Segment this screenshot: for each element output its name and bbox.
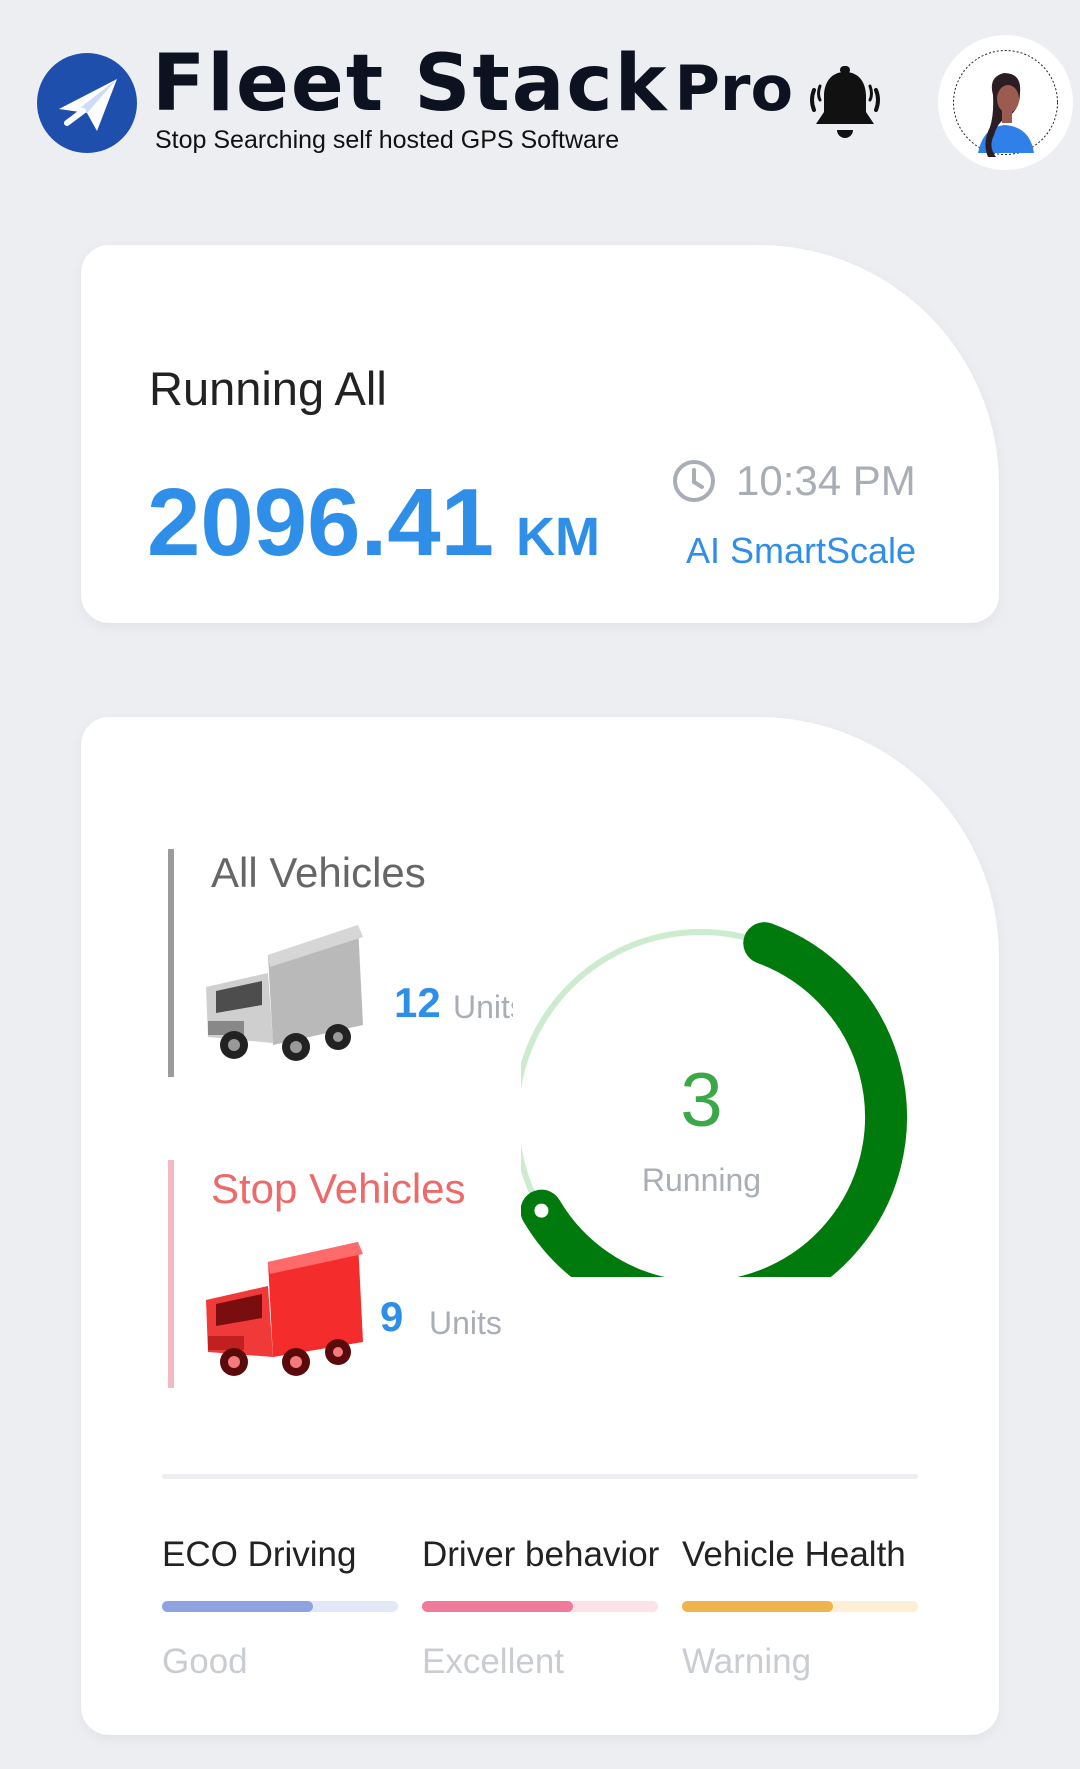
gauge-end-dot (534, 1203, 549, 1218)
vehicles-overview-card: All Vehicles 12 Units Stop Vehicles 9 Un… (81, 717, 999, 1735)
app-header: Fleet StackPro Stop Searching self hoste… (0, 0, 1080, 200)
metric-driver-behavior[interactable]: Driver behavior Excellent (422, 1535, 662, 1682)
brand-tagline: Stop Searching self hosted GPS Software (155, 126, 620, 154)
all-vehicles-count: 12 (394, 979, 441, 1026)
brand-name: Fleet StackPro (152, 44, 793, 129)
ai-smartscale-link[interactable]: AI SmartScale (686, 530, 916, 572)
stop-vehicles-indicator (168, 1160, 174, 1388)
metric-track (162, 1601, 398, 1612)
all-vehicles-title[interactable]: All Vehicles (211, 849, 426, 897)
brand-suffix: Pro (674, 52, 794, 125)
metric-status: Excellent (422, 1642, 565, 1681)
metric-vehicle-health[interactable]: Vehicle Health Warning (682, 1535, 922, 1682)
brand-title: Fleet Stack (152, 39, 669, 129)
red-truck-icon (198, 1242, 368, 1387)
distance-summary-card: Running All 2096.41 KM 10:34 PM AI SmartS… (81, 245, 999, 623)
clock-icon (671, 458, 717, 504)
metric-status: Good (162, 1642, 248, 1681)
stop-vehicles-count: 9 (380, 1293, 404, 1340)
running-count: 3 (680, 1058, 723, 1143)
metric-progress (682, 1601, 834, 1612)
distance-value: 2096.41 (147, 469, 495, 576)
stop-vehicles-units: Units (429, 1305, 502, 1341)
section-divider (162, 1474, 918, 1479)
paper-plane-icon[interactable] (37, 53, 137, 153)
metric-title: Vehicle Health (682, 1535, 906, 1574)
distance-unit: KM (516, 507, 600, 567)
metric-title: ECO Driving (162, 1535, 357, 1574)
all-vehicles-indicator (168, 849, 174, 1077)
metric-track (682, 1601, 918, 1612)
last-updated-time: 10:34 PM (736, 457, 916, 504)
summary-title: Running All (149, 362, 387, 415)
all-vehicles-units: Units (453, 989, 513, 1025)
metric-progress (422, 1601, 574, 1612)
bell-icon[interactable] (800, 60, 890, 150)
metric-progress (162, 1601, 314, 1612)
total-distance: 2096.41 KM (147, 475, 600, 585)
metric-eco-driving[interactable]: ECO Driving Good (162, 1535, 402, 1682)
gray-truck-icon (198, 925, 368, 1070)
stop-vehicles-title[interactable]: Stop Vehicles (211, 1165, 466, 1213)
metric-track (422, 1601, 658, 1612)
metric-title: Driver behavior (422, 1535, 660, 1574)
running-label: Running (641, 1162, 762, 1198)
metric-status: Warning (682, 1642, 812, 1681)
user-avatar-icon[interactable] (938, 35, 1073, 170)
